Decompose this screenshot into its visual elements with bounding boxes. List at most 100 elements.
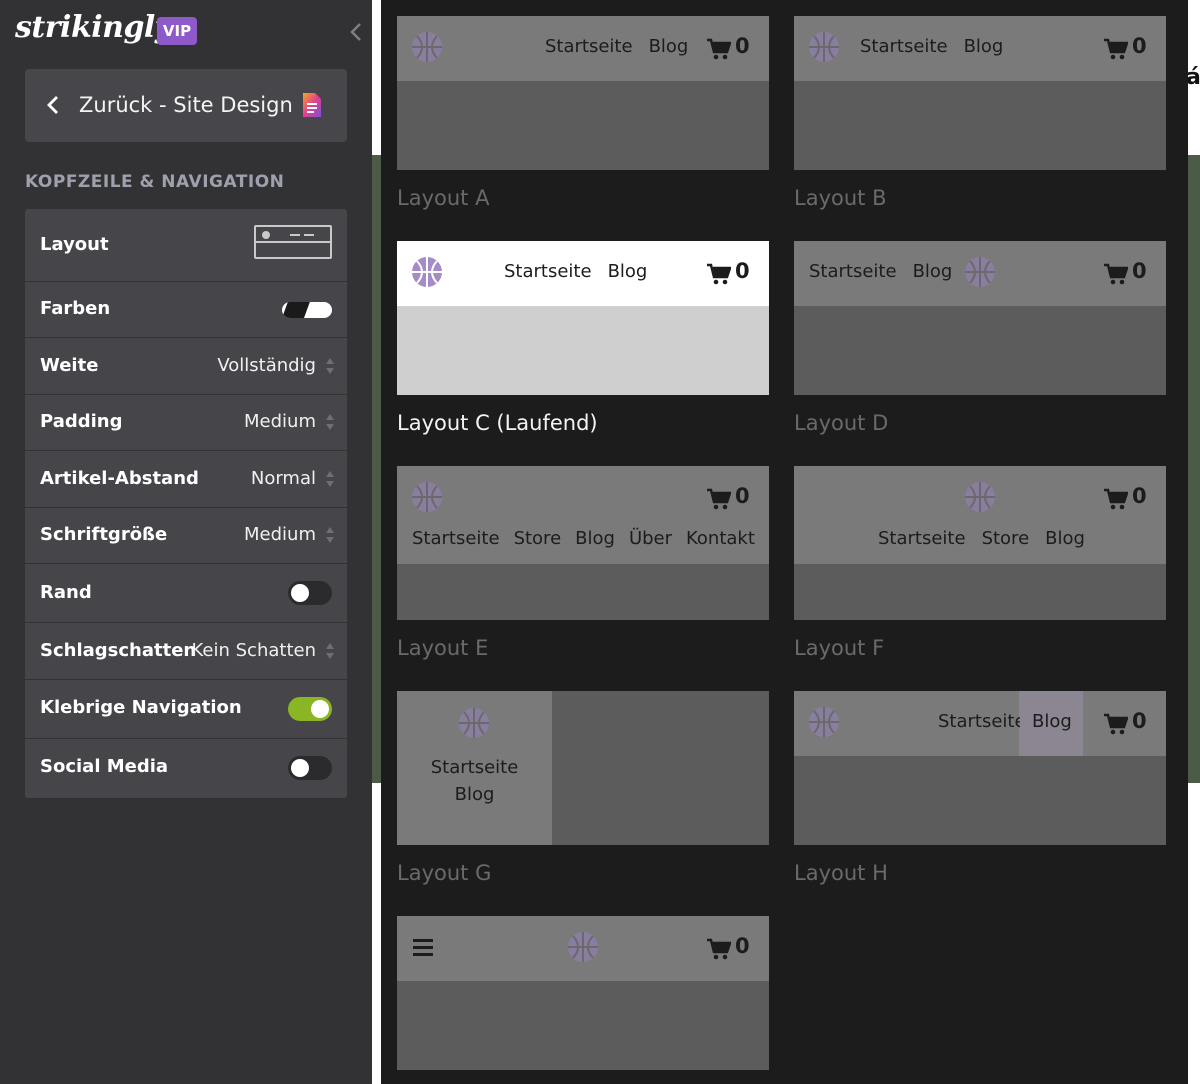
layout-caption: Layout A	[397, 186, 490, 210]
spinner-arrows-icon[interactable]	[325, 526, 335, 544]
layout-preview-thumbnail[interactable]	[254, 225, 332, 259]
border-toggle[interactable]	[288, 581, 332, 605]
cart-icon	[1104, 263, 1128, 285]
basketball-logo-icon	[568, 932, 598, 962]
basketball-logo-icon	[459, 708, 489, 738]
cart: 0	[707, 484, 751, 512]
cart: 0	[707, 259, 751, 287]
nav-link: Über	[628, 528, 673, 549]
nav-link: Startseite	[809, 261, 897, 282]
setting-label: Schlagschatten	[40, 640, 197, 661]
strikingly-logo[interactable]: strikingly	[15, 10, 172, 45]
cart-icon	[1104, 713, 1128, 735]
color-scheme-toggle[interactable]	[282, 302, 332, 318]
cart-icon	[707, 38, 731, 60]
hamburger-icon	[413, 939, 433, 957]
setting-border[interactable]: Rand	[25, 564, 347, 623]
cart-count: 0	[735, 34, 750, 58]
setting-sticky-navigation[interactable]: Klebrige Navigation	[25, 680, 347, 739]
setting-label: Padding	[40, 411, 123, 432]
nav-link: Startseite	[878, 528, 966, 549]
nav-link-clipped: Startseite	[938, 711, 1020, 732]
nav-link: Blog	[607, 261, 648, 282]
setting-font-size[interactable]: Schriftgröße Medium	[25, 508, 347, 564]
layout-option-b[interactable]: Startseite Blog 0	[794, 16, 1166, 170]
back-button-label: Zurück - Site Design	[79, 93, 293, 117]
basketball-logo-icon	[412, 482, 442, 512]
nav-link: Kontakt	[686, 528, 755, 549]
layout-option-a[interactable]: Startseite Blog 0	[397, 16, 769, 170]
cart-count: 0	[1132, 259, 1147, 283]
cart-count: 0	[1132, 709, 1147, 733]
setting-social-media[interactable]: Social Media	[25, 739, 347, 798]
layout-option-e[interactable]: 0 Startseite Store Blog Über Kontakt	[397, 466, 769, 620]
cart: 0	[1104, 259, 1148, 287]
layout-caption: Layout F	[794, 636, 885, 660]
basketball-logo-icon	[412, 257, 442, 287]
basketball-logo-icon	[809, 707, 839, 737]
spinner-arrows-icon[interactable]	[325, 642, 335, 660]
layout-option-f[interactable]: 0 Startseite Store Blog	[794, 466, 1166, 620]
nav-link: Startseite	[860, 36, 948, 57]
setting-item-spacing[interactable]: Artikel-Abstand Normal	[25, 451, 347, 508]
cart-count: 0	[735, 484, 750, 508]
nav-link: Store	[981, 528, 1030, 549]
nav-link: Startseite	[938, 711, 1020, 732]
social-media-toggle[interactable]	[288, 756, 332, 780]
nav-link: Store	[513, 528, 562, 549]
layout-option-c[interactable]: Startseite Blog 0	[397, 241, 769, 395]
setting-shadow[interactable]: Schlagschatten Kein Schatten	[25, 623, 347, 680]
cart: 0	[1104, 484, 1148, 512]
nav-link: Blog	[912, 261, 953, 282]
setting-label: Rand	[40, 582, 92, 603]
nav-links: Startseite Blog	[545, 36, 704, 57]
setting-value[interactable]: Medium	[244, 524, 316, 545]
back-to-site-design-button[interactable]: Zurück - Site Design	[25, 69, 347, 142]
layout-option-d[interactable]: Startseite Blog 0	[794, 241, 1166, 395]
layout-caption-current: Layout C (Laufend)	[397, 411, 598, 435]
spinner-arrows-icon[interactable]	[325, 357, 335, 375]
setting-label: Schriftgröße	[40, 524, 168, 545]
basketball-logo-icon	[412, 32, 442, 62]
nav-link: Blog	[963, 36, 1004, 57]
nav-link: Startseite	[545, 36, 633, 57]
setting-label: Layout	[40, 234, 109, 255]
layout-option-h[interactable]: Startseite Blog 0	[794, 691, 1166, 845]
nav-links: Startseite Blog	[397, 754, 552, 808]
setting-colors[interactable]: Farben	[25, 282, 347, 338]
cart-icon	[1104, 38, 1128, 60]
cart-count: 0	[1132, 34, 1147, 58]
layout-caption: Layout B	[794, 186, 887, 210]
nav-links: Startseite Blog	[860, 36, 1019, 57]
collapse-sidebar-icon[interactable]	[346, 20, 366, 44]
setting-width[interactable]: Weite Vollständig	[25, 338, 347, 395]
layout-caption: Layout D	[794, 411, 889, 435]
setting-padding[interactable]: Padding Medium	[25, 395, 347, 451]
vip-badge: VIP	[157, 17, 197, 45]
cart: 0	[707, 934, 751, 962]
spinner-arrows-icon[interactable]	[325, 413, 335, 431]
setting-value[interactable]: Kein Schatten	[192, 640, 316, 661]
nav-links: Startseite Blog	[504, 261, 663, 282]
nav-links: Startseite Blog	[809, 261, 968, 282]
layout-option-i[interactable]: 0	[397, 916, 769, 1070]
nav-link: Blog	[575, 528, 615, 549]
cart-icon	[1104, 488, 1128, 510]
cart-icon	[707, 263, 731, 285]
cart-count: 0	[735, 934, 750, 958]
layout-caption: Layout H	[794, 861, 888, 885]
preview-edge-text: á	[1186, 65, 1200, 90]
setting-layout[interactable]: Layout	[25, 209, 347, 282]
sidebar-nav-preview: Startseite Blog	[397, 691, 552, 845]
nav-link: Startseite	[504, 261, 592, 282]
sticky-navigation-toggle[interactable]	[288, 697, 332, 721]
setting-value[interactable]: Medium	[244, 411, 316, 432]
spinner-arrows-icon[interactable]	[325, 470, 335, 488]
editor-sidebar: strikingly VIP Zurück - Site Design KOPF…	[0, 0, 372, 1084]
settings-panel: Layout Farben Weite Vollständig Padding …	[25, 209, 347, 798]
cart: 0	[707, 34, 751, 62]
setting-value[interactable]: Normal	[251, 468, 316, 489]
setting-value[interactable]: Vollständig	[217, 355, 316, 376]
layout-option-g[interactable]: Startseite Blog	[397, 691, 769, 845]
cart-icon	[707, 938, 731, 960]
